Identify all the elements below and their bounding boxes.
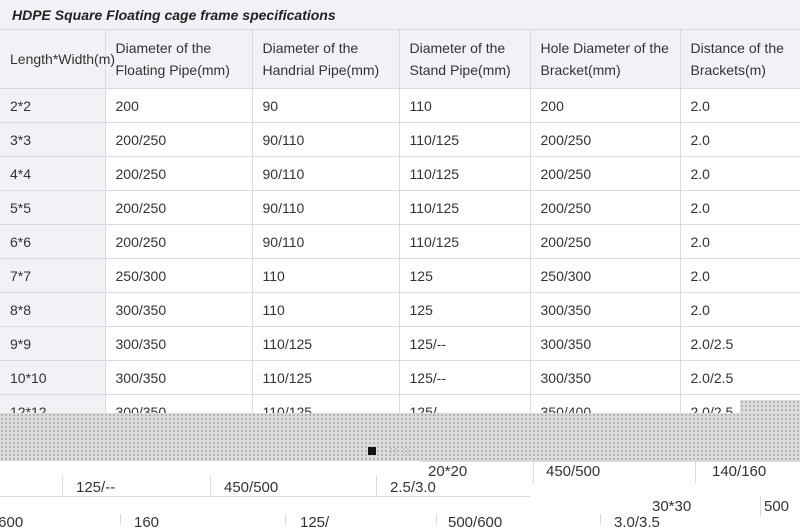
fragment-text: 450/500 bbox=[224, 479, 279, 496]
table-cell: 200/250 bbox=[529, 224, 681, 259]
fragment-text: 30*30 bbox=[652, 498, 692, 515]
table-cell: 125/-- bbox=[398, 326, 531, 361]
header-length-width: Length*Width(m) bbox=[0, 30, 115, 89]
table-cell: 10*10 bbox=[0, 360, 106, 395]
table-row: 3*3 200/250 90/110 110/125 200/250 2.0 bbox=[0, 122, 800, 157]
table-cell: 9*9 bbox=[0, 326, 106, 361]
table-cell: 110/125 bbox=[251, 360, 400, 395]
table-cell: 2.0 bbox=[679, 190, 800, 225]
table-cell: 4*4 bbox=[0, 156, 106, 191]
fragment-divider bbox=[600, 514, 601, 525]
table-row: 7*7 250/300 110 125 250/300 2.0 bbox=[0, 258, 800, 293]
fragment-divider bbox=[436, 514, 437, 525]
table-cell: 5*5 bbox=[0, 190, 106, 225]
table-row: 10*10 300/350 110/125 125/-- 300/350 2.0… bbox=[0, 360, 800, 395]
table-row: 9*9 300/350 110/125 125/-- 300/350 2.0/2… bbox=[0, 326, 800, 361]
table-row: 8*8 300/350 110 125 300/350 2.0 bbox=[0, 292, 800, 327]
fragment-text: 140/160 bbox=[712, 463, 767, 480]
table-cell: 2.0 bbox=[679, 88, 800, 123]
fragment-divider bbox=[120, 514, 121, 525]
table-cell: 110 bbox=[398, 88, 531, 123]
table-cell: 200/250 bbox=[529, 190, 681, 225]
fragment-text: 3.0/3.5 bbox=[614, 514, 660, 531]
table-row: 5*5 200/250 90/110 110/125 200/250 2.0 bbox=[0, 190, 800, 225]
artifact-square bbox=[368, 447, 376, 455]
table-cell: 2.0 bbox=[679, 292, 800, 327]
table-cell: 200/250 bbox=[529, 156, 681, 191]
fragment-divider bbox=[376, 476, 377, 496]
fragment-divider bbox=[420, 461, 800, 462]
fragment-divider bbox=[760, 496, 761, 516]
table-cell: 125 bbox=[398, 258, 531, 293]
table-cell: 125/-- bbox=[398, 360, 531, 395]
table-cell: 300/350 bbox=[104, 292, 253, 327]
fragment-text: 125/-- bbox=[76, 479, 116, 496]
table-cell: 200 bbox=[529, 88, 681, 123]
fragment-divider bbox=[285, 514, 286, 525]
table-row: 2*2 200 90 110 200 2.0 bbox=[0, 88, 800, 123]
table-cell: 110/125 bbox=[398, 224, 531, 259]
fragment-text: 2.5/3.0 bbox=[390, 479, 436, 496]
fragment-text: 125/ bbox=[300, 514, 330, 531]
table-row: 6*6 200/250 90/110 110/125 200/250 2.0 bbox=[0, 224, 800, 259]
fragment-text: 500/600 bbox=[448, 514, 503, 531]
table-cell: 110/125 bbox=[398, 190, 531, 225]
table-cell: 110/125 bbox=[398, 156, 531, 191]
table-cell: 250/300 bbox=[529, 258, 681, 293]
fragment-text: 450/500 bbox=[546, 463, 601, 480]
table-cell: 2.0 bbox=[679, 258, 800, 293]
header-stand-pipe: Diameter of the Stand Pipe(mm) bbox=[398, 30, 531, 89]
table-cell: 110 bbox=[251, 258, 400, 293]
header-handrial-pipe: Diameter of the Handrial Pipe(mm) bbox=[251, 30, 400, 89]
fragment-text: 160 bbox=[134, 514, 160, 531]
table-cell: 250/300 bbox=[104, 258, 253, 293]
table-cell: 300/350 bbox=[104, 326, 253, 361]
table-cell: 2.0/2.5 bbox=[679, 360, 800, 395]
table-cell: 200 bbox=[104, 88, 253, 123]
fragment-divider bbox=[695, 461, 696, 483]
table-cell: 2.0/2.5 bbox=[679, 326, 800, 361]
header-floating-pipe: Diameter of the Floating Pipe(mm) bbox=[104, 30, 253, 89]
table-cell: 90 bbox=[251, 88, 400, 123]
artifact-marks: :: :: bbox=[390, 446, 412, 455]
table-cell: 125 bbox=[398, 292, 531, 327]
header-bracket-distance: Distance of the Brackets(m) bbox=[679, 30, 800, 89]
table-cell: 2*2 bbox=[0, 88, 106, 123]
specifications-table: Length*Width(m) Diameter of the Floating… bbox=[0, 30, 800, 429]
fragment-text: /600 bbox=[0, 514, 24, 531]
table-cell: 8*8 bbox=[0, 292, 106, 327]
table-cell: 110/125 bbox=[251, 326, 400, 361]
table-cell: 6*6 bbox=[0, 224, 106, 259]
table-cell: 110/125 bbox=[398, 122, 531, 157]
table-cell: 90/110 bbox=[251, 122, 400, 157]
fragment-divider bbox=[210, 476, 211, 496]
table-cell: 300/350 bbox=[529, 360, 681, 395]
fragment-text: 500 bbox=[764, 498, 790, 515]
table-cell: 300/350 bbox=[104, 360, 253, 395]
table-cell: 90/110 bbox=[251, 190, 400, 225]
table-cell: 200/250 bbox=[104, 190, 253, 225]
table-cell: 3*3 bbox=[0, 122, 106, 157]
table-row: 4*4 200/250 90/110 110/125 200/250 2.0 bbox=[0, 156, 800, 191]
table-cell: 2.0 bbox=[679, 224, 800, 259]
table-cell: 200/250 bbox=[529, 122, 681, 157]
table-header-row: Length*Width(m) Diameter of the Floating… bbox=[0, 30, 800, 89]
table-cell: 2.0 bbox=[679, 156, 800, 191]
table-cell: 300/350 bbox=[529, 292, 681, 327]
fragment-divider bbox=[0, 496, 530, 497]
table-cell: 200/250 bbox=[104, 156, 253, 191]
table-cell: 90/110 bbox=[251, 156, 400, 191]
table-cell: 300/350 bbox=[529, 326, 681, 361]
page-title: HDPE Square Floating cage frame specific… bbox=[0, 0, 800, 30]
fragment-divider bbox=[62, 476, 63, 496]
fragment-text: 20*20 bbox=[428, 463, 468, 480]
table-cell: 2.0 bbox=[679, 122, 800, 157]
table-cell: 110 bbox=[251, 292, 400, 327]
table-cell: 200/250 bbox=[104, 224, 253, 259]
table-cell: 7*7 bbox=[0, 258, 106, 293]
header-bracket-hole: Hole Diameter of the Bracket(mm) bbox=[529, 30, 681, 89]
table-cell: 90/110 bbox=[251, 224, 400, 259]
fragment-divider bbox=[533, 461, 534, 483]
table-cell: 200/250 bbox=[104, 122, 253, 157]
